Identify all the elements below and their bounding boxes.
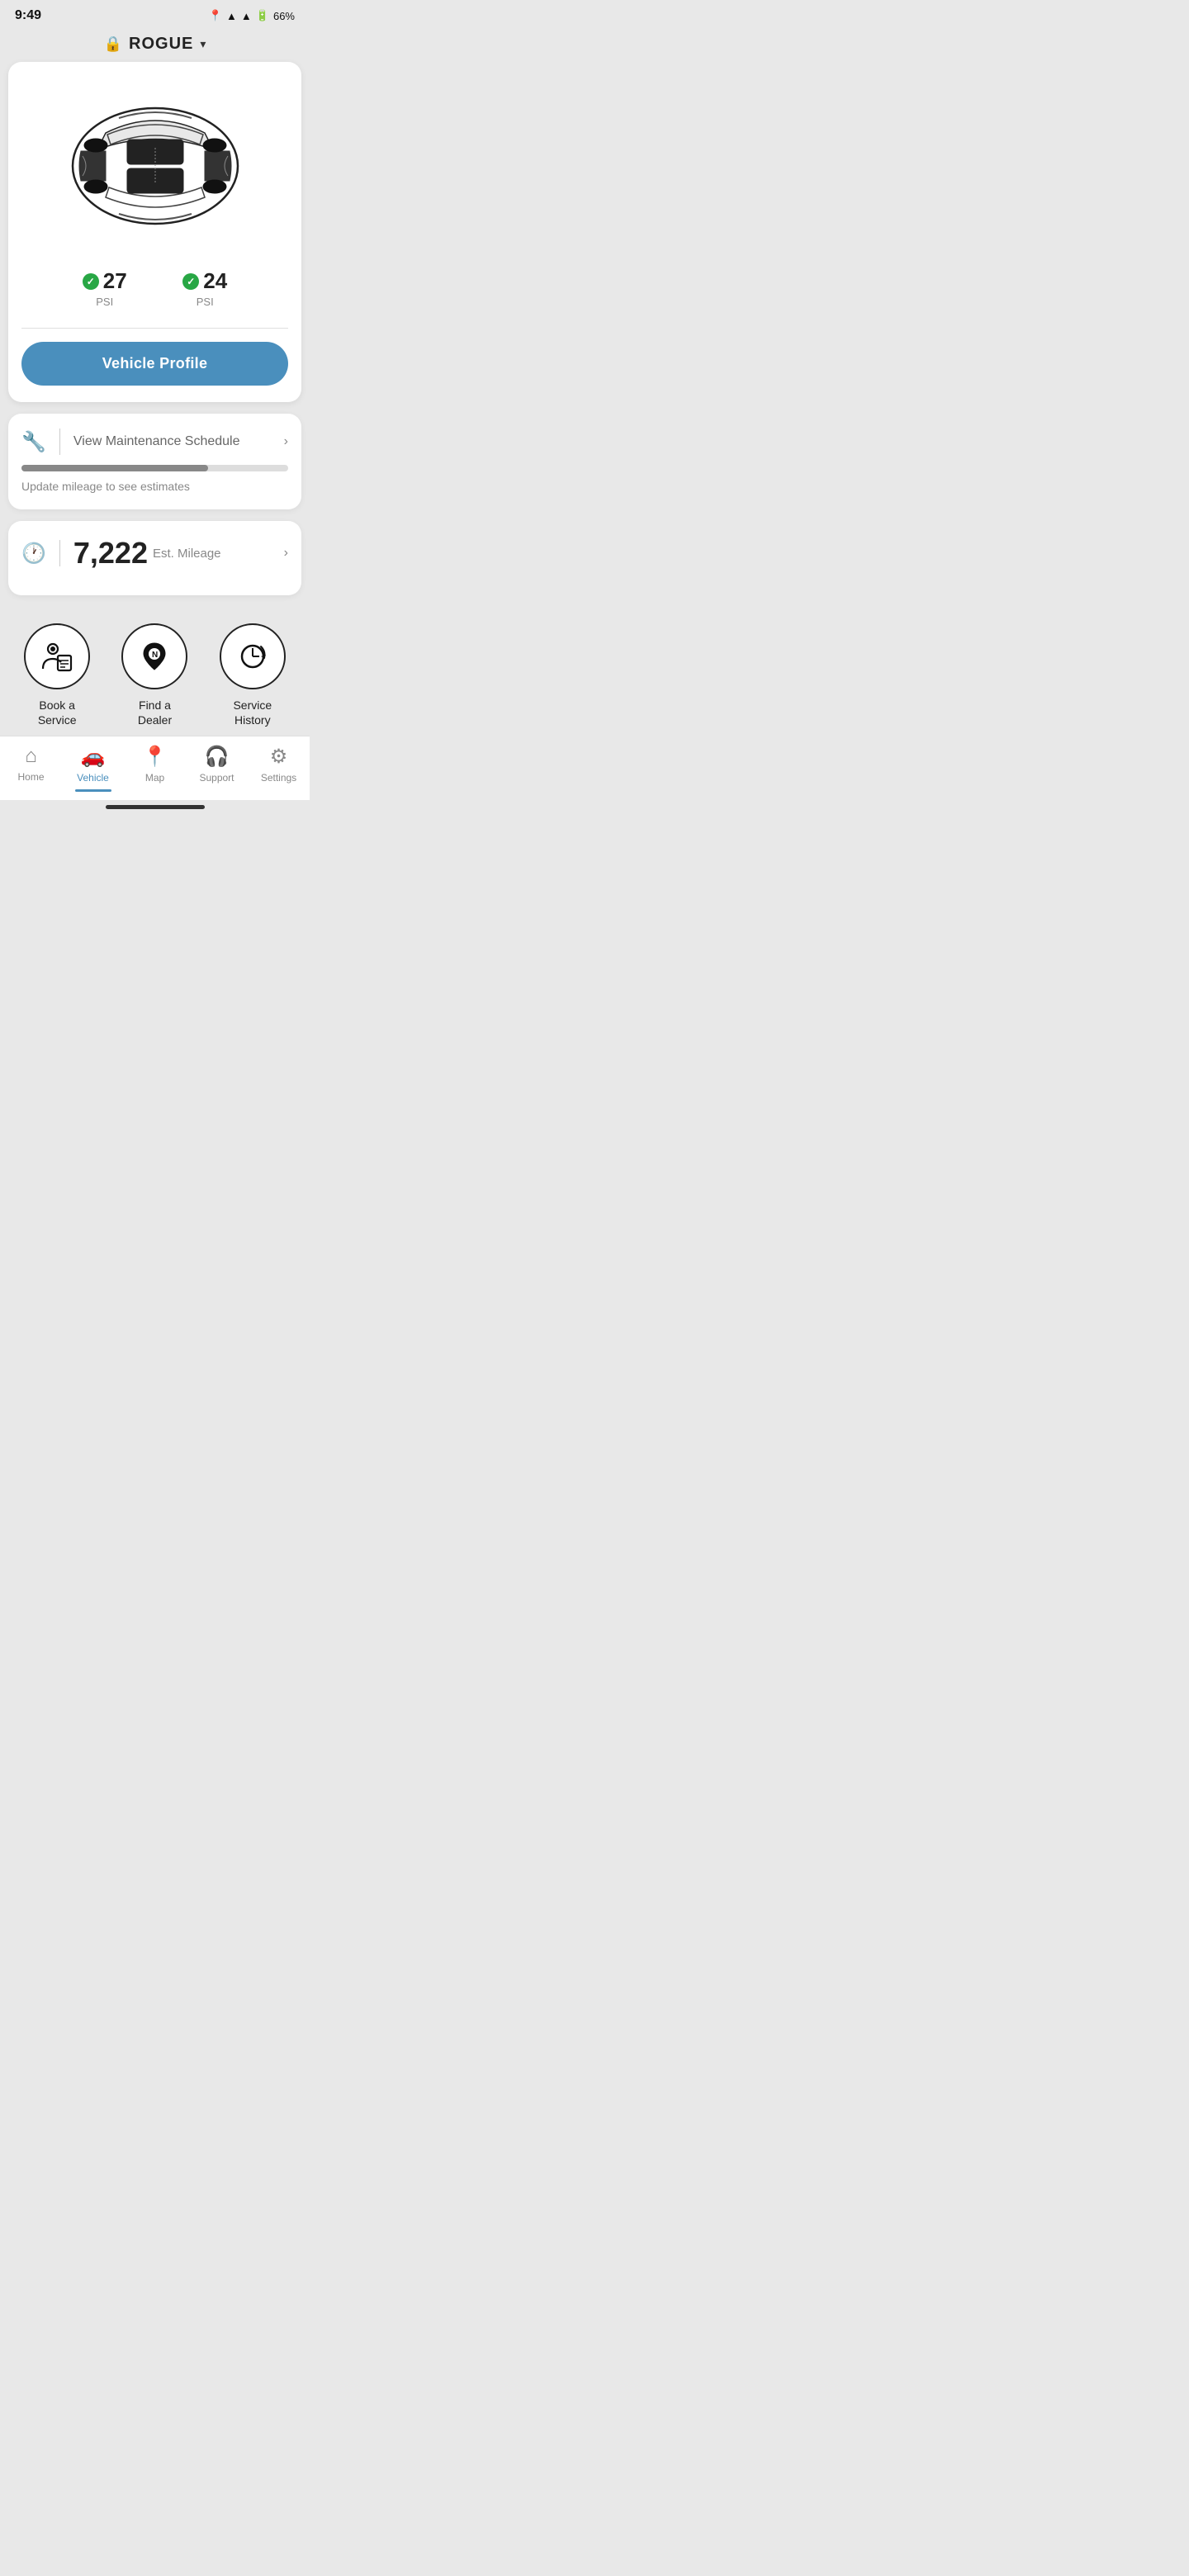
mileage-label: Est. Mileage xyxy=(153,547,221,561)
chevron-down-icon[interactable]: ▾ xyxy=(200,37,206,51)
lock-icon: 🔒 xyxy=(104,36,122,53)
maintenance-card[interactable]: 🔧 View Maintenance Schedule › Update mil… xyxy=(8,414,301,509)
maintenance-progress-fill xyxy=(21,465,208,471)
chevron-right-icon: › xyxy=(284,434,288,449)
nav-home-label: Home xyxy=(17,771,44,783)
nav-support[interactable]: 🎧 Support xyxy=(192,745,242,784)
action-bar: Book aService N Find aDealer xyxy=(0,607,310,736)
front-tire-label: PSI xyxy=(96,296,113,308)
maintenance-note: Update mileage to see estimates xyxy=(21,480,190,493)
tire-pressure-row: ✓ 27 PSI ✓ 24 PSI xyxy=(21,262,288,321)
wrench-icon: 🔧 xyxy=(21,430,46,454)
support-icon: 🎧 xyxy=(205,745,230,769)
card-divider xyxy=(21,328,288,329)
header: 🔒 ROGUE ▾ xyxy=(0,28,310,62)
nav-map[interactable]: 📍 Map xyxy=(130,745,180,784)
maintenance-card-header: 🔧 View Maintenance Schedule › xyxy=(21,429,288,455)
home-indicator xyxy=(106,805,205,809)
status-time: 9:49 xyxy=(15,8,41,23)
nav-home[interactable]: ⌂ Home xyxy=(7,745,56,783)
book-service-label: Book aService xyxy=(38,698,77,727)
mileage-card[interactable]: 🕐 7,222 Est. Mileage › xyxy=(8,521,301,595)
mileage-vertical-divider xyxy=(59,540,60,566)
front-tire-psi: ✓ 27 PSI xyxy=(83,268,127,308)
battery-icon: 🔋 xyxy=(256,9,269,22)
service-history-circle xyxy=(220,623,286,689)
status-icons: 📍 ▲ ▲ 🔋 66% xyxy=(209,9,295,22)
mileage-value: 7,222 xyxy=(73,536,148,571)
book-service-action[interactable]: Book aService xyxy=(24,623,90,727)
vehicle-card: ✓ 27 PSI ✓ 24 PSI Vehicle Profile xyxy=(8,62,301,402)
nav-vehicle[interactable]: 🚗 Vehicle xyxy=(69,745,118,784)
mileage-chevron-right-icon: › xyxy=(284,546,288,561)
nav-settings-label: Settings xyxy=(261,772,296,784)
rear-tire-label: PSI xyxy=(197,296,214,308)
speedometer-icon: 🕐 xyxy=(21,542,46,566)
front-tire-check-icon: ✓ xyxy=(83,273,99,290)
car-illustration xyxy=(21,75,288,262)
nav-support-label: Support xyxy=(199,772,234,784)
nav-vehicle-label: Vehicle xyxy=(77,772,109,784)
rear-tire-check-icon: ✓ xyxy=(182,273,199,290)
book-service-icon xyxy=(40,639,74,674)
car-svg xyxy=(40,83,271,249)
bottom-nav: ⌂ Home 🚗 Vehicle 📍 Map 🎧 Support ⚙ Setti… xyxy=(0,736,310,800)
wifi-icon: ▲ xyxy=(226,10,237,22)
maintenance-title: View Maintenance Schedule xyxy=(73,434,240,449)
service-history-label: ServiceHistory xyxy=(233,698,272,727)
settings-icon: ⚙ xyxy=(270,745,288,769)
mileage-row: 7,222 Est. Mileage xyxy=(73,536,221,571)
status-bar: 9:49 📍 ▲ ▲ 🔋 66% xyxy=(0,0,310,28)
service-history-icon xyxy=(236,640,269,673)
svg-text:N: N xyxy=(152,651,158,660)
front-tire-value: 27 xyxy=(103,268,127,294)
find-dealer-circle: N xyxy=(121,623,187,689)
signal-icon: ▲ xyxy=(241,10,252,22)
nav-settings[interactable]: ⚙ Settings xyxy=(254,745,304,784)
vehicle-icon: 🚗 xyxy=(81,745,106,769)
location-icon: 📍 xyxy=(209,9,222,22)
mileage-card-header: 🕐 7,222 Est. Mileage › xyxy=(21,536,288,571)
vertical-divider xyxy=(59,429,60,455)
find-dealer-label: Find aDealer xyxy=(138,698,172,727)
home-icon: ⌂ xyxy=(25,745,37,768)
nav-map-label: Map xyxy=(145,772,164,784)
service-history-action[interactable]: ServiceHistory xyxy=(220,623,286,727)
maintenance-progress-bg xyxy=(21,465,288,471)
battery-percent: 66% xyxy=(273,10,295,22)
find-dealer-icon: N xyxy=(138,640,171,673)
rear-tire-value: 24 xyxy=(203,268,227,294)
rear-tire-psi: ✓ 24 PSI xyxy=(182,268,227,308)
vehicle-profile-button[interactable]: Vehicle Profile xyxy=(21,342,288,386)
map-icon: 📍 xyxy=(143,745,168,769)
book-service-circle xyxy=(24,623,90,689)
nav-active-indicator xyxy=(75,789,111,792)
vehicle-name: ROGUE xyxy=(129,35,193,54)
find-dealer-action[interactable]: N Find aDealer xyxy=(121,623,187,727)
